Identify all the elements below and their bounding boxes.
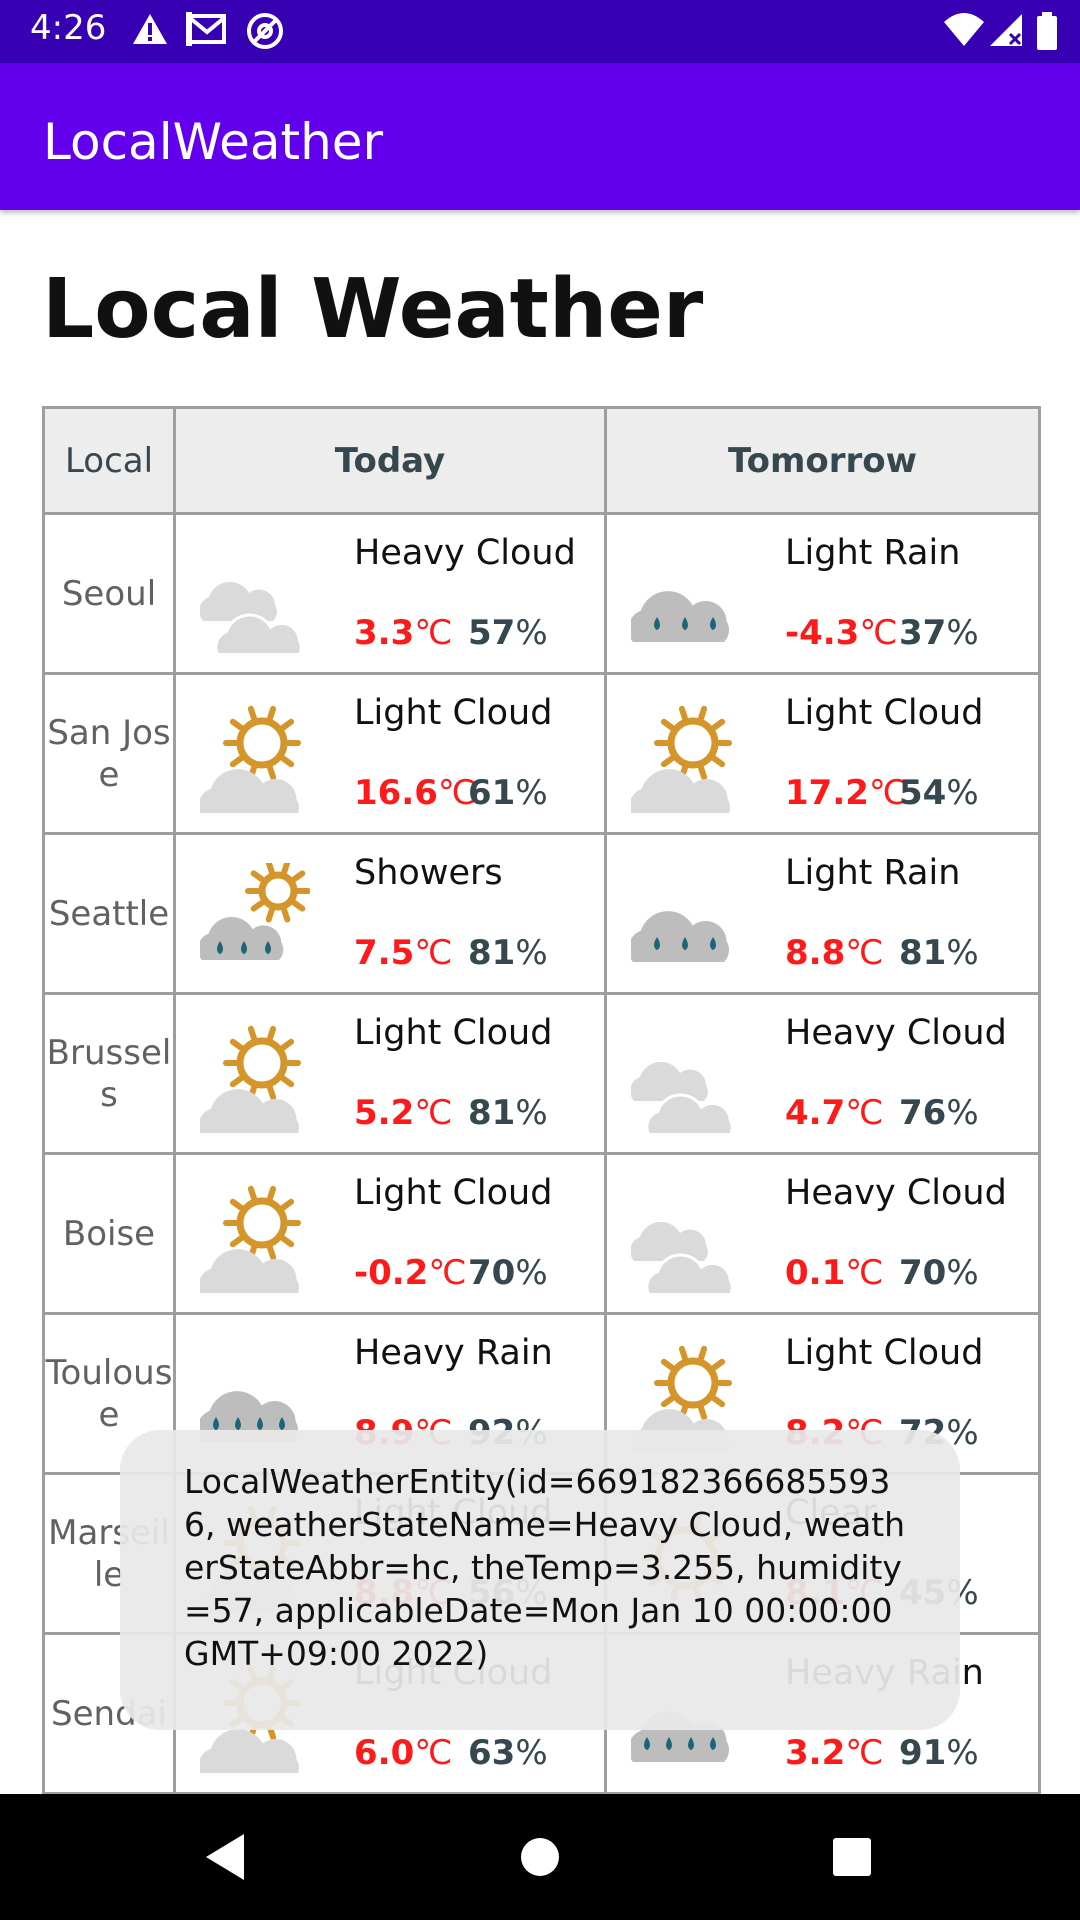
weather-state-name: Light Cloud [354, 1173, 553, 1213]
header-local: Local [42, 406, 176, 515]
weather-state-name: Light Rain [785, 533, 961, 573]
light-cloud-icon [631, 705, 732, 813]
wifi-icon [944, 13, 984, 46]
today-cell[interactable]: Light Cloud 5.2℃ 81% [173, 992, 607, 1155]
weather-state-name: Heavy Rain [354, 1333, 553, 1373]
table-row[interactable]: Boise Light Cloud -0.2℃ 70% Heavy Cloud 0.1℃ 7… [42, 1152, 1041, 1315]
temperature-value: 7.5℃ [354, 933, 453, 973]
humidity-value: 70% [468, 1253, 548, 1293]
table-row[interactable]: Seattle Showers 7.5℃ 81% Light Rain 8.8℃ 81% [42, 832, 1041, 995]
battery-icon [1037, 12, 1057, 50]
weather-state-name: Light Cloud [785, 1333, 984, 1373]
table-row[interactable]: San Jose Light Cloud 16.6℃ 61% Light Cloud 17… [42, 672, 1041, 835]
heavy-cloud-icon [631, 1221, 734, 1293]
tomorrow-cell[interactable]: Light Rain -4.3℃ 37% [604, 512, 1041, 675]
temperature-value: 0.1℃ [785, 1253, 884, 1293]
humidity-value: 37% [899, 613, 979, 653]
temperature-value: 5.2℃ [354, 1093, 453, 1133]
temperature-value: 6.0℃ [354, 1733, 453, 1773]
navigation-bar [0, 1794, 1080, 1920]
showers-icon [200, 863, 310, 960]
light-cloud-icon [200, 705, 301, 813]
today-cell[interactable]: Heavy Cloud 3.3℃ 57% [173, 512, 607, 675]
tomorrow-cell[interactable]: Heavy Cloud 4.7℃ 76% [604, 992, 1041, 1155]
toast-message: LocalWeatherEntity(id=6691823666855936, … [120, 1430, 960, 1730]
temperature-value: 17.2℃ [785, 773, 908, 813]
humidity-value: 91% [899, 1733, 979, 1773]
light-cloud-icon [200, 1185, 301, 1293]
app-bar: LocalWeather [0, 63, 1080, 210]
tomorrow-cell[interactable]: Heavy Cloud 0.1℃ 70% [604, 1152, 1041, 1315]
today-cell[interactable]: Light Cloud -0.2℃ 70% [173, 1152, 607, 1315]
temperature-value: -0.2℃ [354, 1253, 467, 1293]
alert-icon [133, 14, 167, 44]
heavy-cloud-icon [631, 1061, 734, 1133]
weather-state-name: Light Rain [785, 853, 961, 893]
humidity-value: 81% [899, 933, 979, 973]
app-title: LocalWeather [43, 113, 384, 171]
tomorrow-cell[interactable]: Light Rain 8.8℃ 81% [604, 832, 1041, 995]
weather-state-name: Heavy Cloud [354, 533, 576, 573]
at-sign-icon [247, 13, 283, 49]
gmail-icon [186, 12, 226, 46]
city-name: Brussels [42, 992, 176, 1155]
status-bar: 4:26 [0, 0, 1080, 63]
temperature-value: 16.6℃ [354, 773, 477, 813]
humidity-value: 76% [899, 1093, 979, 1133]
table-header-row: Local Today Tomorrow [42, 406, 1041, 515]
today-cell[interactable]: Showers 7.5℃ 81% [173, 832, 607, 995]
status-time: 4:26 [30, 8, 107, 48]
today-cell[interactable]: Light Cloud 16.6℃ 61% [173, 672, 607, 835]
light-rain-icon [631, 911, 730, 962]
city-name: Seoul [42, 512, 176, 675]
page-title: Local Weather [42, 262, 704, 357]
table-row[interactable]: Seoul Heavy Cloud 3.3℃ 57% Light Rain -4.3℃ 37… [42, 512, 1041, 675]
home-icon[interactable] [518, 1832, 562, 1882]
humidity-value: 61% [468, 773, 548, 813]
temperature-value: -4.3℃ [785, 613, 898, 653]
light-cloud-icon [200, 1025, 301, 1133]
temperature-value: 3.2℃ [785, 1733, 884, 1773]
header-tomorrow: Tomorrow [604, 406, 1041, 515]
temperature-value: 3.3℃ [354, 613, 453, 653]
tomorrow-cell[interactable]: Light Cloud 17.2℃ 54% [604, 672, 1041, 835]
city-name: San Jose [42, 672, 176, 835]
humidity-value: 54% [899, 773, 979, 813]
temperature-value: 4.7℃ [785, 1093, 884, 1133]
recents-icon[interactable] [830, 1832, 874, 1882]
back-icon[interactable] [202, 1832, 248, 1882]
humidity-value: 70% [899, 1253, 979, 1293]
light-rain-icon [631, 591, 730, 642]
weather-state-name: Showers [354, 853, 503, 893]
humidity-value: 81% [468, 933, 548, 973]
signal-icon [990, 14, 1022, 46]
temperature-value: 8.8℃ [785, 933, 884, 973]
weather-state-name: Light Cloud [785, 693, 984, 733]
heavy-cloud-icon [200, 581, 303, 653]
weather-state-name: Light Cloud [354, 1013, 553, 1053]
header-today: Today [173, 406, 607, 515]
city-name: Seattle [42, 832, 176, 995]
table-row[interactable]: Brussels Light Cloud 5.2℃ 81% Heavy Cloud 4.7… [42, 992, 1041, 1155]
weather-state-name: Heavy Cloud [785, 1013, 1007, 1053]
humidity-value: 63% [468, 1733, 548, 1773]
humidity-value: 57% [468, 613, 548, 653]
city-name: Boise [42, 1152, 176, 1315]
humidity-value: 81% [468, 1093, 548, 1133]
weather-state-name: Heavy Cloud [785, 1173, 1007, 1213]
weather-state-name: Light Cloud [354, 693, 553, 733]
